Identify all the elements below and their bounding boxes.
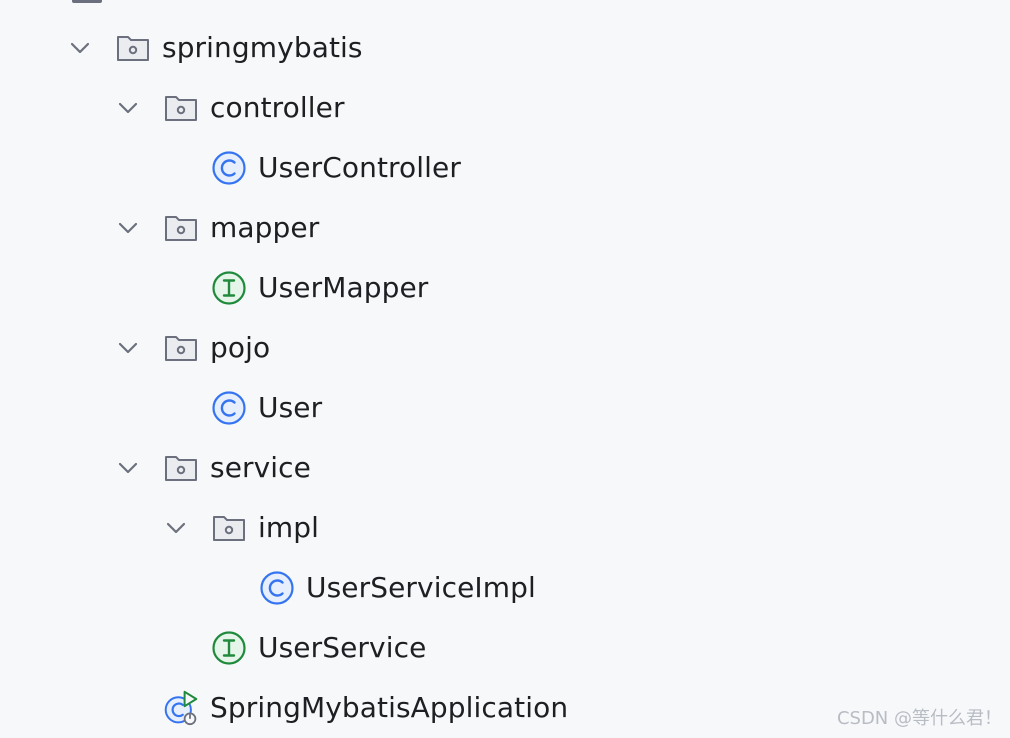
chevron-down-icon[interactable] (165, 520, 187, 536)
tree-row-user[interactable]: User (0, 378, 1010, 438)
tree-item-label: pojo (210, 331, 271, 364)
tree-item-label: UserMapper (258, 271, 429, 304)
tree-item-label: impl (258, 511, 320, 544)
chevron-down-icon[interactable] (117, 340, 139, 356)
tree-row-userserviceimpl[interactable]: UserServiceImpl (0, 558, 1010, 618)
class-icon (212, 151, 246, 185)
tree-item-label: User (258, 391, 323, 424)
tree-row-usermapper[interactable]: UserMapper (0, 258, 1010, 318)
package-folder-icon (117, 36, 149, 61)
chevron-down-icon[interactable] (117, 460, 139, 476)
tree-row-pojo[interactable]: pojo (0, 318, 1010, 378)
tree-row-impl[interactable]: impl (0, 498, 1010, 558)
interface-icon (212, 631, 246, 665)
project-tree: springmybatis controller UserController … (0, 0, 1010, 736)
package-folder-icon (165, 216, 197, 241)
spring-boot-run-class-icon (164, 690, 198, 726)
tree-item-label: controller (210, 91, 345, 124)
tree-item-label: service (210, 451, 311, 484)
tree-item-label: UserServiceImpl (306, 571, 536, 604)
class-icon (260, 571, 294, 605)
tree-item-label: UserController (258, 151, 461, 184)
tree-item-label: UserService (258, 631, 427, 664)
tree-row-controller[interactable]: controller (0, 78, 1010, 138)
chevron-down-icon[interactable] (117, 220, 139, 236)
package-folder-icon (213, 516, 245, 541)
watermark: CSDN @等什么君！ (836, 708, 1002, 729)
tree-row-usercontroller[interactable]: UserController (0, 138, 1010, 198)
interface-icon (212, 271, 246, 305)
chevron-down-icon[interactable] (69, 40, 91, 56)
tree-item-label: SpringMybatisApplication (210, 691, 569, 724)
tree-item-label: mapper (210, 211, 320, 244)
tree-row-userservice[interactable]: UserService (0, 618, 1010, 678)
package-folder-icon (165, 336, 197, 361)
package-folder-icon (165, 96, 197, 121)
tree-row-mapper[interactable]: mapper (0, 198, 1010, 258)
package-folder-icon (165, 456, 197, 481)
tree-row-service[interactable]: service (0, 438, 1010, 498)
class-icon (212, 391, 246, 425)
tree-row-springmybatis[interactable]: springmybatis (0, 18, 1010, 78)
collapsed-row-edge (72, 0, 102, 3)
tree-item-label: springmybatis (162, 31, 363, 64)
chevron-down-icon[interactable] (117, 100, 139, 116)
